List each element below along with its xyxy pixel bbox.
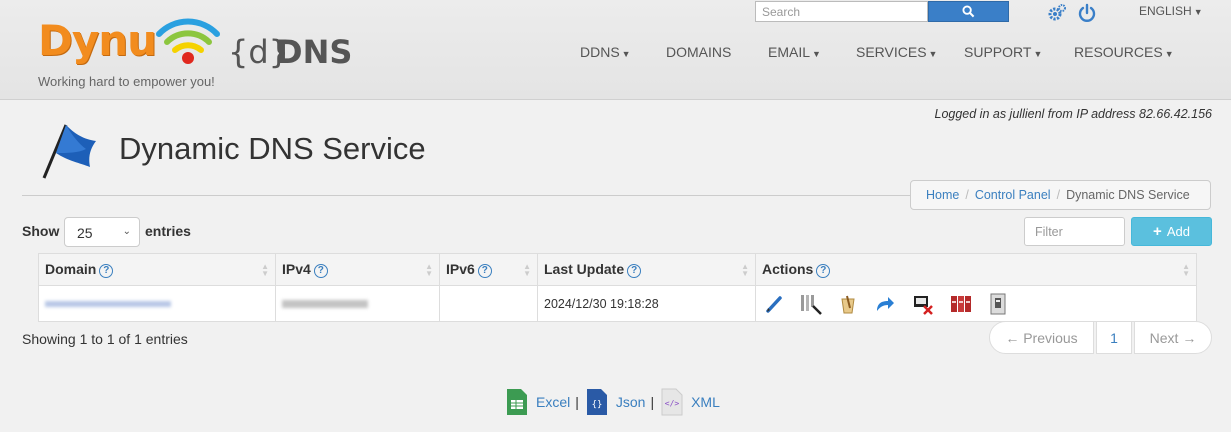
json-icon[interactable]: {} xyxy=(586,388,608,416)
help-icon[interactable]: ? xyxy=(816,263,831,278)
sort-icon: ▲ ▼ xyxy=(741,262,749,278)
page-size-select[interactable]: 25 ⌄ xyxy=(64,217,140,247)
nav-domains[interactable]: DOMAINS xyxy=(666,44,731,60)
help-icon[interactable]: ? xyxy=(477,263,492,278)
ipv6-cell xyxy=(439,285,538,322)
ipv4-cell xyxy=(275,285,440,322)
flag-icon xyxy=(42,124,96,179)
export-xml-link[interactable]: XML xyxy=(691,394,720,410)
column-header-last-update[interactable]: Last Update? ▲ ▼ xyxy=(537,253,756,286)
show-label: Show xyxy=(22,223,60,239)
sort-icon: ▲ ▼ xyxy=(261,262,269,278)
nav-support[interactable]: SUPPORT ▼ xyxy=(964,44,1042,60)
search-input[interactable]: Search xyxy=(755,1,928,22)
page-title: Dynamic DNS Service xyxy=(119,131,426,166)
search-button[interactable] xyxy=(928,1,1009,22)
breadcrumb-current: Dynamic DNS Service xyxy=(1066,188,1190,202)
wifi-logo-icon xyxy=(156,18,220,64)
plus-icon: + xyxy=(1153,223,1162,240)
help-icon[interactable]: ? xyxy=(627,263,642,278)
nav-ddns[interactable]: DDNS ▼ xyxy=(580,44,631,60)
sort-icon: ▲ ▼ xyxy=(425,262,433,278)
excel-icon[interactable] xyxy=(506,388,528,416)
settings-gears-icon[interactable] xyxy=(1047,3,1067,23)
history-icon[interactable] xyxy=(838,294,858,314)
breadcrumb-control-panel[interactable]: Control Panel xyxy=(975,188,1051,202)
column-header-ipv4[interactable]: IPv4? ▲ ▼ xyxy=(275,253,440,286)
login-info: Logged in as jullienl from IP address 82… xyxy=(934,107,1213,121)
nav-resources[interactable]: RESOURCES ▼ xyxy=(1074,44,1174,60)
disable-icon[interactable] xyxy=(912,293,934,315)
records-icon[interactable] xyxy=(950,293,972,315)
forward-icon[interactable] xyxy=(874,293,896,315)
ipv4-redacted xyxy=(282,300,368,309)
column-header-domain[interactable]: Domain? ▲ ▼ xyxy=(38,253,276,286)
domain-cell[interactable] xyxy=(38,285,276,322)
edit-icon[interactable] xyxy=(764,294,784,314)
archive-icon[interactable] xyxy=(988,293,1008,315)
sort-icon: ▲ ▼ xyxy=(523,262,531,278)
entries-label: entries xyxy=(145,223,191,239)
column-header-actions[interactable]: Actions? ▲ ▼ xyxy=(755,253,1197,286)
domain-link-redacted[interactable] xyxy=(45,301,171,308)
search-icon xyxy=(962,5,975,18)
export-links: Excel | {} Json | </> XML xyxy=(506,388,720,416)
site-header: Dynu {d} DNS Working hard to empower you… xyxy=(0,0,1231,100)
title-divider xyxy=(22,195,910,196)
columns-search-icon[interactable] xyxy=(800,293,822,315)
chevron-down-icon: ⌄ xyxy=(122,226,131,237)
breadcrumb-home[interactable]: Home xyxy=(926,188,959,202)
last-update-cell: 2024/12/30 19:18:28 xyxy=(537,285,756,322)
column-header-ipv6[interactable]: IPv6? ▲ ▼ xyxy=(439,253,538,286)
actions-cell xyxy=(755,285,1197,322)
table-summary: Showing 1 to 1 of 1 entries xyxy=(22,331,188,347)
filter-input[interactable]: Filter xyxy=(1024,217,1125,246)
help-icon[interactable]: ? xyxy=(313,263,328,278)
power-icon[interactable] xyxy=(1077,3,1097,23)
tagline: Working hard to empower you! xyxy=(38,74,215,89)
logo-dns: DNS xyxy=(276,33,353,71)
svg-text:{}: {} xyxy=(591,400,602,410)
export-excel-link[interactable]: Excel xyxy=(536,394,570,410)
svg-text:</>: </> xyxy=(665,399,680,408)
nav-services[interactable]: SERVICES ▼ xyxy=(856,44,937,60)
breadcrumb: Home / Control Panel / Dynamic DNS Service xyxy=(910,180,1211,210)
export-json-link[interactable]: Json xyxy=(616,394,646,410)
nav-email[interactable]: EMAIL ▼ xyxy=(768,44,821,60)
add-button[interactable]: + Add xyxy=(1131,217,1212,246)
help-icon[interactable]: ? xyxy=(99,263,114,278)
page-1-button[interactable]: 1 xyxy=(1096,321,1132,354)
language-selector[interactable]: ENGLISH ▼ xyxy=(1139,4,1203,18)
sort-icon: ▲ ▼ xyxy=(1182,262,1190,278)
next-page-button[interactable]: Next → xyxy=(1134,321,1212,354)
logo-text[interactable]: Dynu xyxy=(38,16,157,65)
previous-page-button[interactable]: ← Previous xyxy=(989,321,1094,354)
xml-icon[interactable]: </> xyxy=(661,388,683,416)
table-row: 2024/12/30 19:18:28 xyxy=(38,285,1197,322)
ddns-table: Domain? ▲ ▼ IPv4? ▲ ▼ IPv6? ▲ ▼ Last Update? ▲ ▼… xyxy=(38,253,1197,322)
